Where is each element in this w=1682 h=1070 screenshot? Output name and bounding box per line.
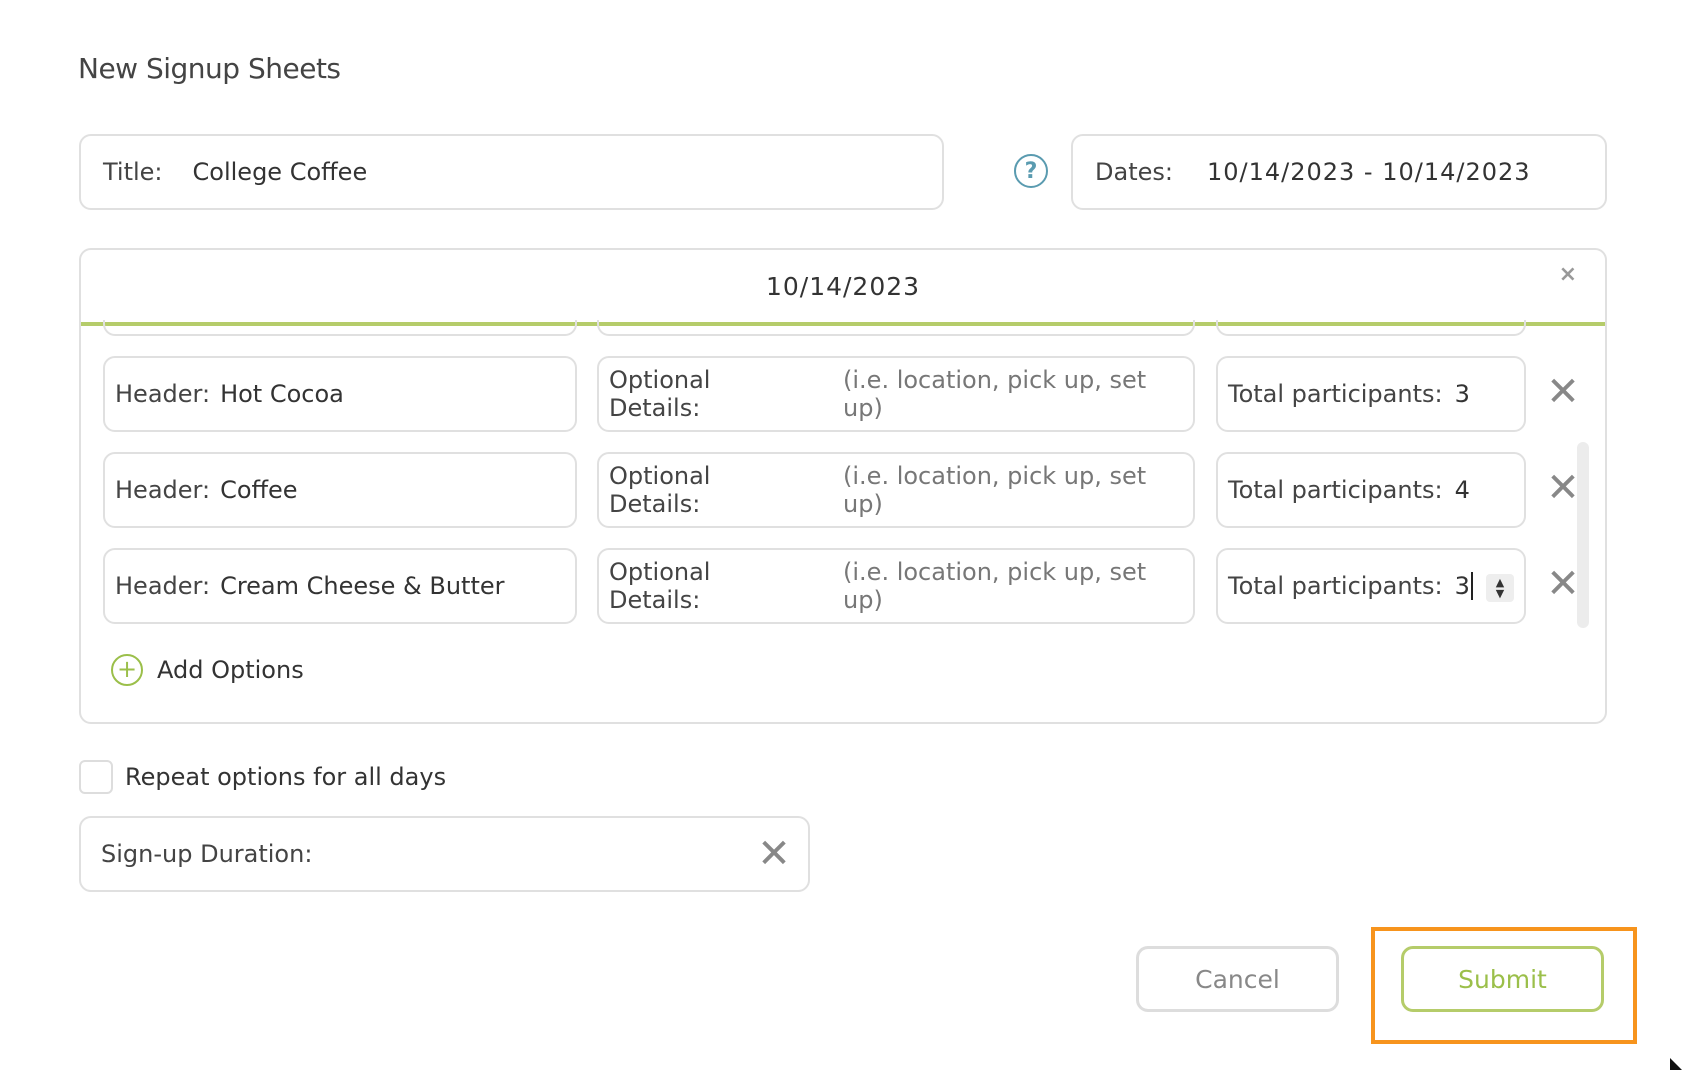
remove-row-icon[interactable]: ✕ bbox=[1545, 468, 1581, 508]
text-cursor bbox=[1470, 572, 1473, 600]
header-label: Header: bbox=[115, 380, 211, 408]
day-header: 10/14/2023 bbox=[81, 250, 1605, 326]
option-row: Header: Coffee Optional Details: (i.e. l… bbox=[81, 452, 1605, 528]
repeat-checkbox[interactable] bbox=[79, 760, 113, 794]
participants-value[interactable]: 4 bbox=[1455, 476, 1470, 504]
header-field[interactable]: Header: Cream Cheese & Butter bbox=[103, 548, 577, 624]
page-title: New Signup Sheets bbox=[78, 52, 341, 85]
details-field[interactable]: Optional Details: (i.e. location, pick u… bbox=[597, 356, 1195, 432]
details-field[interactable]: Optional Details: (i.e. location, pick u… bbox=[597, 452, 1195, 528]
details-field[interactable]: Optional Details: (i.e. location, pick u… bbox=[597, 548, 1195, 624]
participants-label: Total participants: bbox=[1228, 572, 1443, 600]
spinner-down-icon[interactable]: ▼ bbox=[1496, 588, 1504, 599]
title-label: Title: bbox=[103, 158, 163, 186]
details-placeholder[interactable]: (i.e. location, pick up, set up) bbox=[843, 366, 1193, 422]
title-value[interactable]: College Coffee bbox=[193, 158, 368, 186]
header-label: Header: bbox=[115, 476, 211, 504]
header-value[interactable]: Hot Cocoa bbox=[220, 380, 344, 408]
option-row: Header: Cream Cheese & Butter Optional D… bbox=[81, 548, 1605, 624]
day-date: 10/14/2023 bbox=[765, 271, 921, 301]
dates-value[interactable]: 10/14/2023 - 10/14/2023 bbox=[1207, 158, 1531, 186]
participants-value[interactable]: 3 bbox=[1455, 380, 1470, 408]
dates-label: Dates: bbox=[1095, 158, 1173, 186]
header-field[interactable]: Header: Coffee bbox=[103, 452, 577, 528]
details-label: Optional Details: bbox=[609, 366, 711, 422]
number-spinner[interactable]: ▲ ▼ bbox=[1486, 574, 1514, 602]
close-day-icon[interactable]: × bbox=[1559, 262, 1577, 287]
repeat-options[interactable]: Repeat options for all days bbox=[79, 760, 446, 794]
duration-field[interactable]: Sign-up Duration: ✕ bbox=[79, 816, 810, 892]
add-options-label[interactable]: Add Options bbox=[157, 656, 304, 684]
participants-field[interactable]: Total participants: 4 bbox=[1216, 452, 1526, 528]
remove-row-icon[interactable]: ✕ bbox=[1545, 372, 1581, 412]
duration-label: Sign-up Duration: bbox=[101, 840, 313, 868]
clear-duration-icon[interactable]: ✕ bbox=[756, 834, 792, 874]
help-glyph: ? bbox=[1024, 158, 1038, 184]
scrollbar[interactable] bbox=[1577, 442, 1589, 628]
submit-highlight bbox=[1371, 927, 1637, 1044]
day-panel: 10/14/2023 × Header: Hot Cocoa Optional … bbox=[79, 248, 1607, 724]
remove-row-icon[interactable]: ✕ bbox=[1545, 564, 1581, 604]
participants-value[interactable]: 3 bbox=[1455, 572, 1470, 600]
details-placeholder[interactable]: (i.e. location, pick up, set up) bbox=[843, 558, 1193, 614]
participants-field[interactable]: Total participants: 3 ▲ ▼ bbox=[1216, 548, 1526, 624]
header-value[interactable]: Cream Cheese & Butter bbox=[220, 572, 504, 600]
details-label: Optional Details: bbox=[609, 558, 711, 614]
participants-field[interactable]: Total participants: 3 bbox=[1216, 356, 1526, 432]
header-value[interactable]: Coffee bbox=[220, 476, 298, 504]
header-label: Header: bbox=[115, 572, 211, 600]
header-field[interactable]: Header: Hot Cocoa bbox=[103, 356, 577, 432]
plus-circle-icon[interactable]: + bbox=[111, 654, 143, 686]
clipped-details-field bbox=[597, 320, 1195, 336]
repeat-label[interactable]: Repeat options for all days bbox=[125, 763, 446, 791]
details-label: Optional Details: bbox=[609, 462, 711, 518]
title-field[interactable]: Title: College Coffee bbox=[79, 134, 944, 210]
participants-label: Total participants: bbox=[1228, 380, 1443, 408]
details-placeholder[interactable]: (i.e. location, pick up, set up) bbox=[843, 462, 1193, 518]
clipped-header-field bbox=[103, 320, 577, 336]
clipped-participants-field bbox=[1216, 320, 1526, 336]
participants-label: Total participants: bbox=[1228, 476, 1443, 504]
signup-sheet-dialog: New Signup Sheets Title: College Coffee … bbox=[0, 0, 1682, 1070]
option-row: Header: Hot Cocoa Optional Details: (i.e… bbox=[81, 356, 1605, 432]
add-options-button[interactable]: + Add Options bbox=[111, 654, 304, 686]
cancel-button[interactable]: Cancel bbox=[1136, 946, 1339, 1012]
question-circle-icon[interactable]: ? bbox=[1014, 154, 1048, 188]
dates-field[interactable]: Dates: 10/14/2023 - 10/14/2023 bbox=[1071, 134, 1607, 210]
mouse-pointer-icon bbox=[1670, 1058, 1682, 1070]
